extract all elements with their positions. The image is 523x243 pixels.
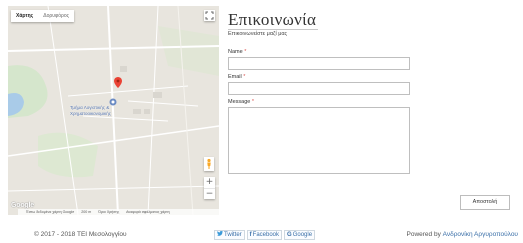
zoom-in-button[interactable]: + [204, 177, 215, 188]
fullscreen-icon [205, 11, 214, 20]
message-label-text: Message [228, 99, 251, 105]
map-data-text: Έστω δεδομένα χάρτη Google [26, 210, 75, 214]
twitter-button[interactable]: Twitter [214, 230, 245, 240]
map-attribution: Έστω δεδομένα χάρτη Google 200 m Όροι Χρ… [18, 209, 219, 215]
name-label-text: Name [228, 49, 243, 55]
social-buttons: Twitter f Facebook G Google [214, 230, 316, 240]
pegman-icon [207, 158, 211, 169]
powered-by-prefix: Powered by [406, 231, 441, 238]
name-label: Name * [228, 49, 246, 55]
powered-by: Powered by Ανδρονίκη Αργυροπούλου [407, 229, 519, 241]
facebook-button[interactable]: f Facebook [246, 230, 283, 240]
map-embed[interactable]: Χάρτης Δορυφόρος Τμήμα Λογιστικής & Χρημ… [8, 6, 219, 215]
contact-form: Επικοινωνία Επικοινωνείστε μαζί μας Name… [228, 8, 515, 218]
map-report-link[interactable]: Αναφορά σφάλματος χάρτη [126, 210, 170, 214]
zoom-control[interactable]: + − [204, 177, 215, 199]
submit-button[interactable]: Αποστολή [460, 195, 510, 210]
map-type-satellite-option[interactable]: Δορυφόρος [38, 10, 74, 22]
place-label: Τμήμα Λογιστικής & Χρηματοοικονομικής [70, 105, 111, 116]
author-link[interactable]: Ανδρονίκη Αργυροπούλου [443, 231, 518, 238]
email-field[interactable] [228, 82, 410, 95]
location-pin-icon[interactable] [114, 77, 122, 88]
required-mark: * [243, 74, 246, 80]
required-mark: * [251, 99, 254, 105]
page-title: Επικοινωνία [228, 10, 317, 29]
message-label: Message * [228, 99, 254, 105]
page-subtitle: Επικοινωνείστε μαζί μας [228, 31, 288, 37]
zoom-out-button[interactable]: − [204, 188, 215, 199]
facebook-label: Facebook [252, 231, 280, 238]
required-mark: * [244, 49, 247, 55]
map-scale-text[interactable]: 200 m [81, 210, 91, 214]
facebook-icon: f [249, 231, 252, 238]
map-type-map-option[interactable]: Χάρτης [11, 10, 38, 22]
google-icon: G [287, 231, 292, 238]
message-textarea[interactable] [228, 107, 410, 174]
street-view-button[interactable] [204, 157, 214, 171]
twitter-label: Twitter [224, 231, 242, 238]
email-label: Email * [228, 74, 245, 80]
twitter-icon [217, 230, 223, 240]
copyright-text: © 2017 - 2018 ΤΕΙ Μεσολογγίου [34, 231, 127, 238]
map-type-control[interactable]: Χάρτης Δορυφόρος [11, 10, 75, 22]
google-button[interactable]: G Google [284, 230, 316, 240]
page-footer: © 2017 - 2018 ΤΕΙ Μεσολογγίου Twitter f … [0, 229, 523, 241]
google-logo: Google [11, 202, 34, 209]
fullscreen-button[interactable] [204, 10, 215, 21]
title-divider [228, 29, 318, 30]
google-label: Google [292, 231, 313, 238]
email-label-text: Email [228, 74, 242, 80]
map-terms-link[interactable]: Όροι Χρήσης [98, 210, 119, 214]
name-field[interactable] [228, 57, 410, 70]
